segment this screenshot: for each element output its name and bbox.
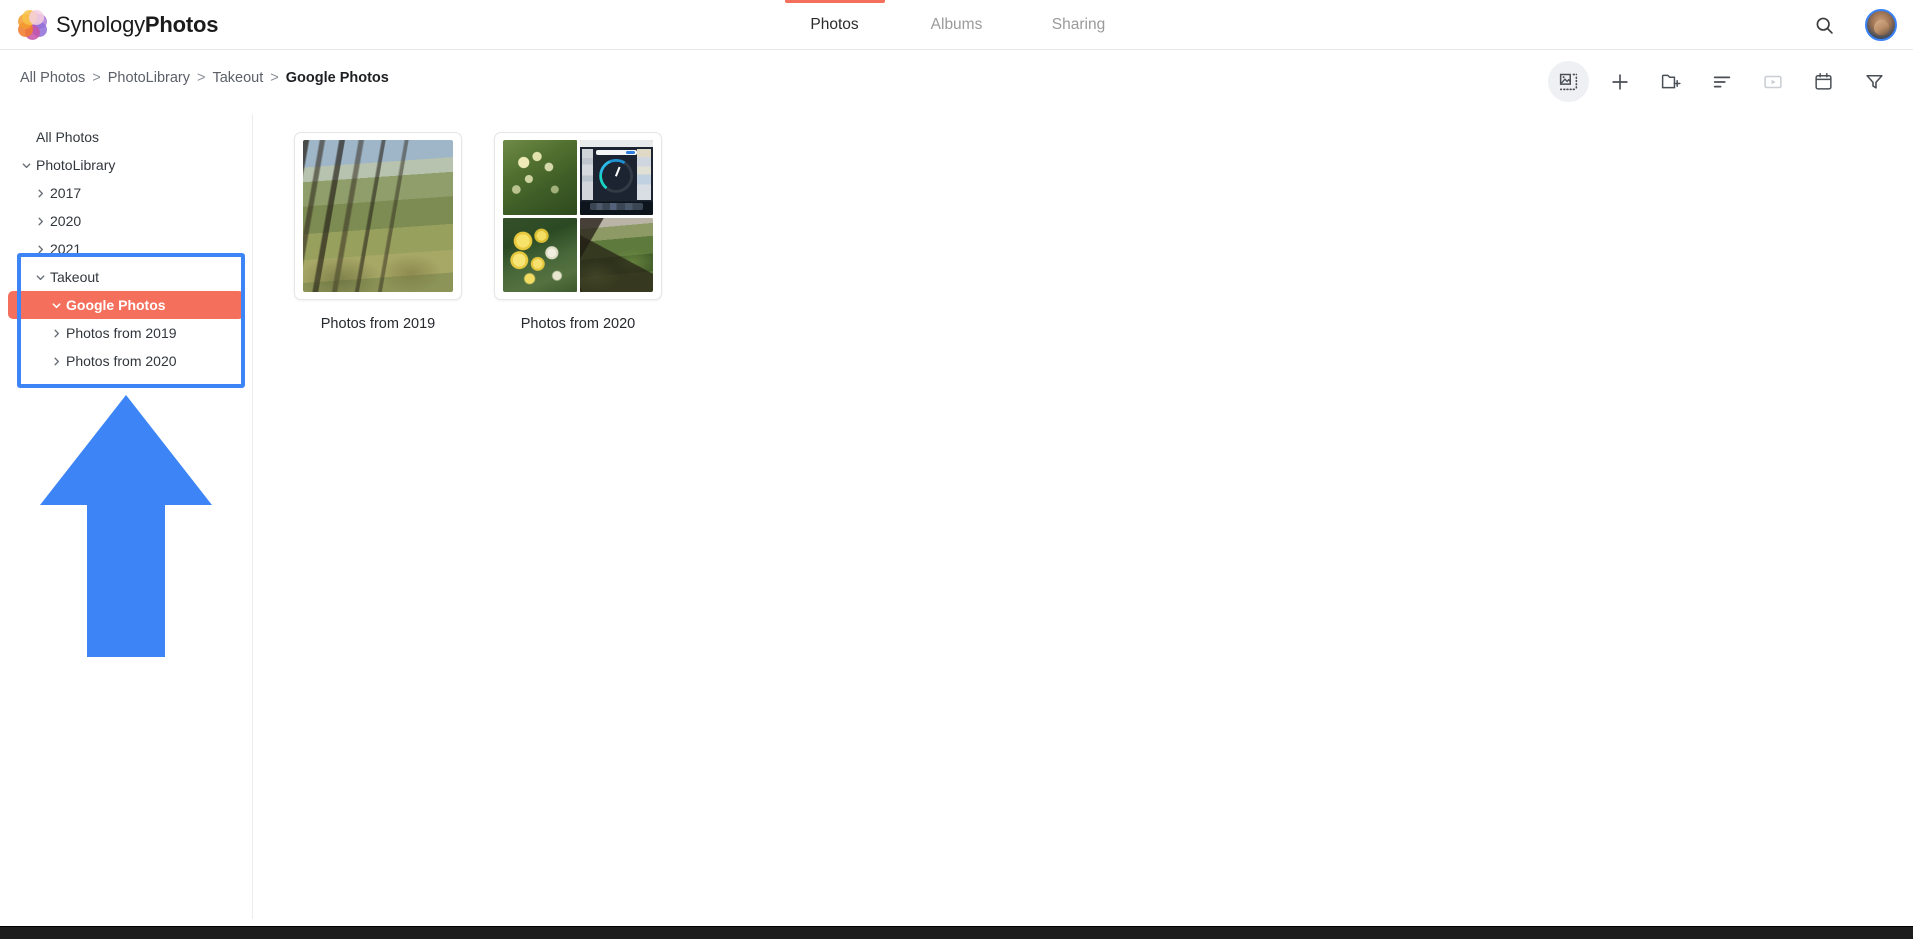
slideshow-button	[1752, 61, 1793, 102]
chevron-right-icon[interactable]	[48, 328, 65, 339]
chevron-right-icon[interactable]	[32, 188, 49, 199]
tab-sharing-label: Sharing	[1051, 16, 1106, 33]
folder-card-photos-from-2020[interactable]: Photos from 2020	[478, 122, 678, 332]
photo-tile-dashboard-screenshot	[579, 140, 653, 215]
folder-content-area: Photos from 2019 Photos from 2020	[254, 114, 1913, 919]
os-taskbar	[0, 926, 1913, 939]
sidebar-item-label: Photos from 2019	[66, 325, 177, 341]
app-header: SynologyPhotos Photos Albums Sharing	[0, 0, 1913, 50]
tab-sharing[interactable]: Sharing	[1018, 0, 1140, 50]
sidebar: All Photos PhotoLibrary 2017 2020 2021 T…	[0, 114, 253, 919]
sidebar-item-label: 2020	[50, 213, 82, 229]
sidebar-item-label: 2017	[50, 185, 82, 201]
tab-photos-label: Photos	[810, 16, 859, 33]
create-folder-button[interactable]	[1650, 61, 1691, 102]
photo-tile-honeysuckle	[503, 140, 577, 215]
synology-photos-app: SynologyPhotos Photos Albums Sharing All…	[0, 0, 1913, 939]
chevron-down-icon[interactable]	[48, 300, 65, 311]
photo-tile-garden	[579, 217, 653, 292]
sidebar-item-2021[interactable]: 2021	[8, 235, 244, 263]
folder-thumbnail	[294, 132, 462, 300]
folder-thumbnail	[494, 132, 662, 300]
folder-caption: Photos from 2020	[520, 316, 636, 332]
sidebar-item-photos-from-2020[interactable]: Photos from 2020	[8, 347, 244, 375]
add-button[interactable]	[1599, 61, 1640, 102]
content-toolbar	[1548, 61, 1895, 102]
sidebar-item-label: 2021	[50, 241, 82, 257]
header-actions	[1809, 0, 1897, 50]
tab-albums-label: Albums	[930, 16, 983, 33]
breadcrumb-bar: All Photos > PhotoLibrary > Takeout > Go…	[0, 50, 1913, 114]
sidebar-item-label: PhotoLibrary	[36, 157, 116, 173]
photo-tile-trees	[303, 140, 453, 292]
sidebar-item-takeout[interactable]: Takeout	[8, 263, 244, 291]
folder-tree: All Photos PhotoLibrary 2017 2020 2021 T…	[0, 114, 252, 375]
breadcrumb-item-all-photos[interactable]: All Photos	[20, 70, 85, 86]
breadcrumb-item-google-photos: Google Photos	[285, 70, 389, 86]
breadcrumb-item-takeout[interactable]: Takeout	[212, 70, 263, 86]
sidebar-item-photos-from-2019[interactable]: Photos from 2019	[8, 319, 244, 347]
sidebar-item-photolibrary[interactable]: PhotoLibrary	[8, 151, 244, 179]
main-nav-tabs: Photos Albums Sharing	[0, 0, 1913, 50]
sidebar-item-label: Google Photos	[66, 297, 166, 313]
breadcrumb-separator: >	[92, 70, 101, 86]
breadcrumb-separator: >	[270, 70, 279, 86]
filter-button[interactable]	[1854, 61, 1895, 102]
tab-albums[interactable]: Albums	[896, 0, 1018, 50]
chevron-right-icon[interactable]	[32, 216, 49, 227]
folder-grid: Photos from 2019 Photos from 2020	[254, 114, 1913, 332]
sidebar-item-label: Takeout	[50, 269, 100, 285]
photo-tile-grid	[503, 140, 653, 292]
calendar-button[interactable]	[1803, 61, 1844, 102]
sidebar-item-label: All Photos	[36, 129, 100, 145]
photo-tile-yellow-roses	[503, 217, 577, 292]
breadcrumb-separator: >	[196, 70, 206, 86]
sidebar-item-2017[interactable]: 2017	[8, 179, 244, 207]
chevron-right-icon[interactable]	[32, 244, 49, 255]
breadcrumb: All Photos > PhotoLibrary > Takeout > Go…	[20, 70, 389, 86]
avatar[interactable]	[1865, 9, 1897, 41]
folder-caption: Photos from 2019	[320, 316, 436, 332]
folder-card-photos-from-2019[interactable]: Photos from 2019	[278, 122, 478, 332]
sidebar-item-google-photos[interactable]: Google Photos	[8, 291, 244, 319]
sidebar-item-2020[interactable]: 2020	[8, 207, 244, 235]
chevron-down-icon[interactable]	[18, 160, 35, 171]
sidebar-item-all-photos[interactable]: All Photos	[8, 123, 244, 151]
tab-photos[interactable]: Photos	[774, 0, 896, 50]
select-photos-button[interactable]	[1548, 61, 1589, 102]
search-icon[interactable]	[1809, 10, 1839, 40]
chevron-right-icon[interactable]	[48, 356, 65, 367]
breadcrumb-item-photolibrary[interactable]: PhotoLibrary	[108, 70, 190, 86]
sort-button[interactable]	[1701, 61, 1742, 102]
sidebar-item-label: Photos from 2020	[66, 353, 177, 369]
chevron-down-icon[interactable]	[32, 272, 49, 283]
